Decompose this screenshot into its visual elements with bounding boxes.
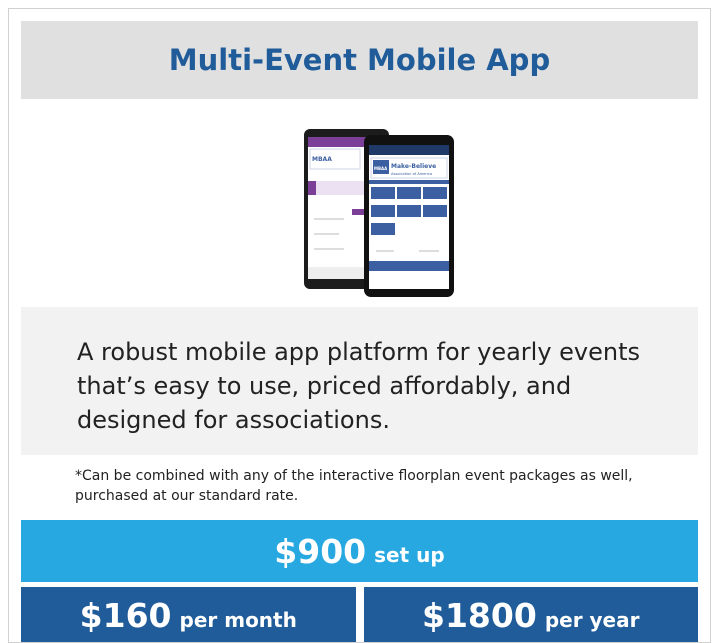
front-phone-logo: MBAA: [374, 166, 388, 171]
footnote: *Can be combined with any of the interac…: [75, 468, 633, 504]
setup-amount: $900: [274, 531, 367, 571]
front-phone-sub: Association of America: [391, 172, 432, 176]
price-row: $160 per month $1800 per year: [21, 587, 698, 642]
phone-illustration: MBAA MBAA Make-Believe Association of Am…: [304, 129, 454, 297]
page-title: Multi-Event Mobile App: [168, 43, 551, 77]
yearly-price: $1800 per year: [363, 587, 698, 642]
description-text: A robust mobile app platform for yearly …: [77, 338, 641, 434]
description-box: A robust mobile app platform for yearly …: [21, 307, 698, 455]
front-phone-name: Make-Believe: [391, 163, 436, 170]
yearly-label: per year: [544, 607, 640, 632]
monthly-amount: $160: [79, 596, 172, 635]
title-bar: Multi-Event Mobile App: [21, 21, 698, 99]
monthly-price: $160 per month: [21, 587, 356, 642]
monthly-label: per month: [179, 607, 297, 632]
setup-label: set up: [374, 543, 445, 567]
setup-price: $900 set up: [21, 520, 698, 582]
yearly-amount: $1800: [422, 596, 537, 635]
back-phone-logo: MBAA: [312, 156, 332, 163]
product-card: Multi-Event Mobile App MBAA MBAA Make-Be…: [8, 8, 711, 643]
